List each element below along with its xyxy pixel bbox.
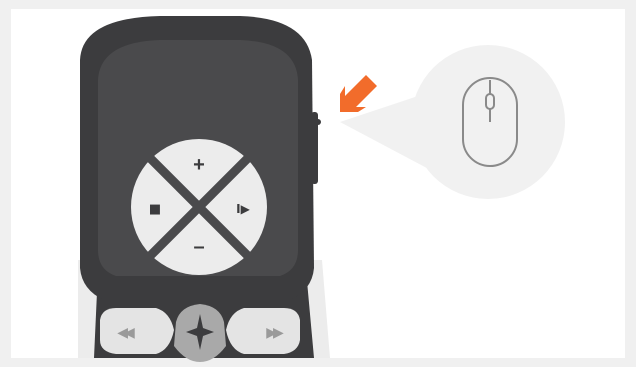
minus-icon[interactable]: – [193,236,204,258]
center-button[interactable] [174,304,226,362]
stop-icon[interactable]: ■ [149,202,161,217]
rewind-button[interactable]: ◀◀ [100,308,174,354]
plus-icon[interactable]: + [193,154,205,176]
play-pause-icon[interactable]: I▶ [236,202,250,216]
arrow-icon [340,75,377,112]
remote-illustration: + – ■ I▶ ◀◀ ▶▶ [0,0,636,367]
fast-forward-button[interactable]: ▶▶ [226,308,300,354]
mouse-callout [340,45,565,199]
